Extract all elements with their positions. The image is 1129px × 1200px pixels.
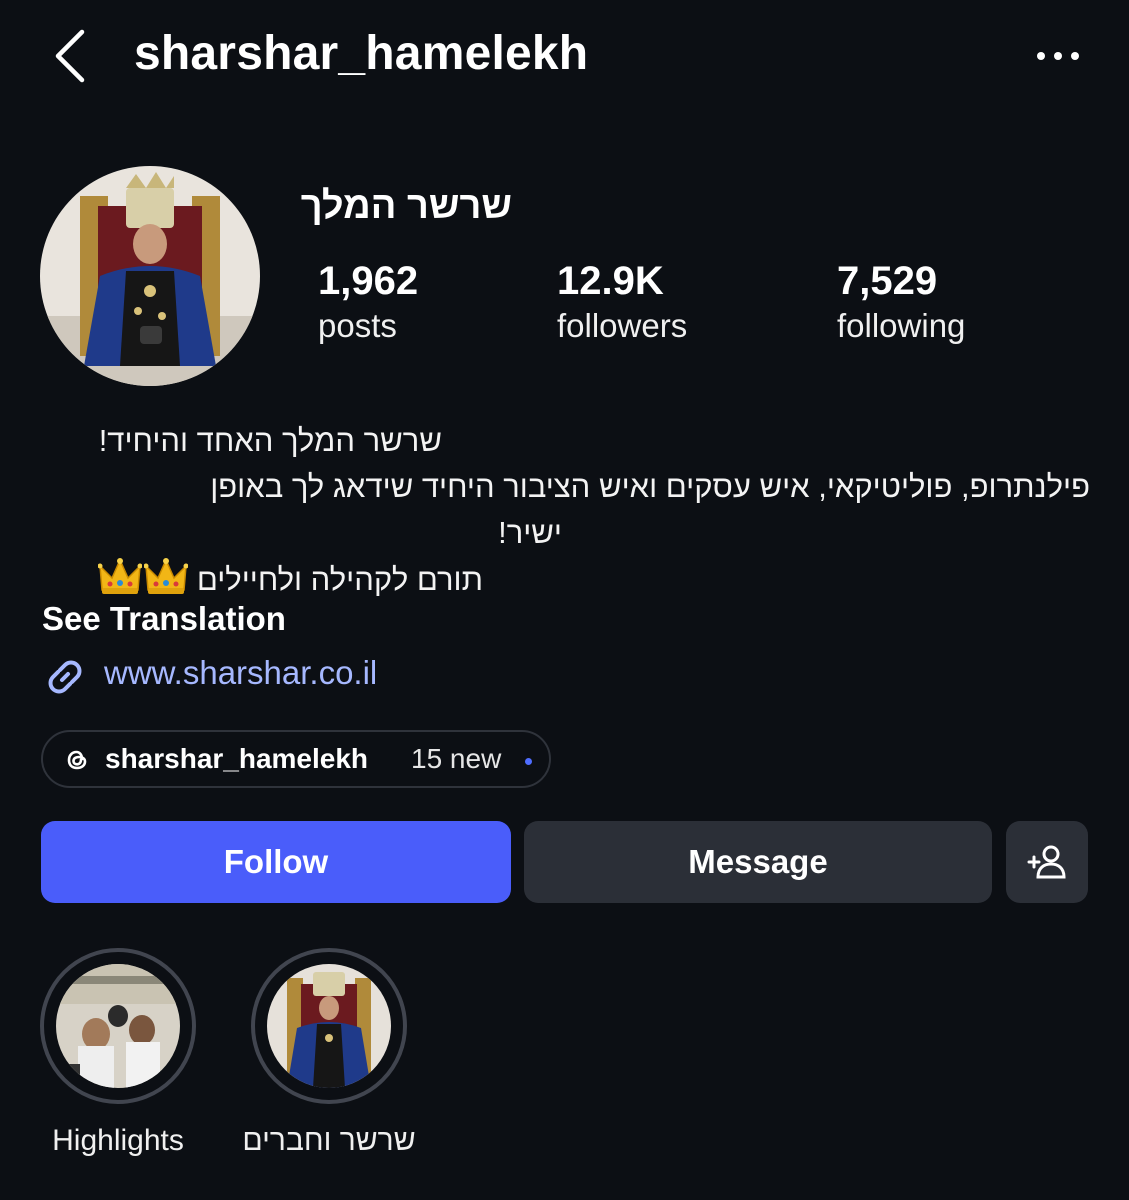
threads-badge[interactable]: sharshar_hamelekh 15 new <box>41 730 551 788</box>
following-label: following <box>837 307 966 344</box>
followers-stat[interactable]: 12.9K followers <box>557 258 687 348</box>
highlight-cover <box>267 964 391 1088</box>
message-button[interactable]: Message <box>524 821 992 903</box>
display-name: שרשר המלך <box>300 185 512 227</box>
more-options-button[interactable] <box>1036 46 1080 66</box>
highlight-label: שרשר וחברים <box>242 1124 416 1157</box>
threads-username: sharshar_hamelekh <box>105 743 369 774</box>
back-button[interactable] <box>52 28 92 84</box>
header-username: sharshar_hamelekh <box>134 27 589 80</box>
unread-dot <box>525 758 532 765</box>
crown-emoji-icon <box>143 556 189 596</box>
bio-line-3: ישיר! <box>498 515 562 550</box>
highlight-cover <box>56 964 180 1088</box>
add-person-icon <box>1027 845 1066 879</box>
bio-line-4: תורם לקהילה ולחיילים <box>40 556 1090 603</box>
follow-button[interactable]: Follow <box>41 821 511 903</box>
link-icon <box>48 660 82 694</box>
profile-photo <box>40 166 260 386</box>
bio: שרשר המלך האחד והיחיד! פילנתרופ, פוליטיק… <box>40 418 1090 603</box>
threads-icon <box>67 750 87 770</box>
followers-count: 12.9K <box>557 259 664 303</box>
highlight-ring <box>40 948 196 1104</box>
suggest-people-button[interactable] <box>1006 821 1088 903</box>
highlight-item[interactable]: Highlights <box>36 948 200 1157</box>
crown-emoji-icon <box>97 556 143 596</box>
profile-page: sharshar_hamelekh שרשר המלך 1,962 posts … <box>0 0 1129 1200</box>
highlight-label: Highlights <box>52 1124 184 1157</box>
see-translation-link[interactable]: See Translation <box>42 600 286 638</box>
posts-stat[interactable]: 1,962 posts <box>318 258 418 348</box>
threads-new-count: 15 new <box>411 743 502 774</box>
more-horizontal-icon <box>1037 52 1079 60</box>
posts-count: 1,962 <box>318 259 419 303</box>
chevron-left-icon <box>55 29 85 83</box>
website-link-text: www.sharshar.co.il <box>104 654 378 691</box>
bio-line-1: שרשר המלך האחד והיחיד! <box>98 423 442 458</box>
followers-label: followers <box>557 307 688 344</box>
following-stat[interactable]: 7,529 following <box>837 258 965 348</box>
posts-label: posts <box>318 307 397 344</box>
highlight-item[interactable]: שרשר וחברים <box>242 948 416 1157</box>
bio-line-4-text: תורם לקהילה ולחיילים <box>196 562 483 597</box>
following-count: 7,529 <box>837 259 938 303</box>
bio-line-2: פילנתרופ, פוליטיקאי, איש עסקים ואיש הציב… <box>210 469 1090 504</box>
avatar[interactable] <box>40 166 260 386</box>
highlight-ring <box>251 948 407 1104</box>
